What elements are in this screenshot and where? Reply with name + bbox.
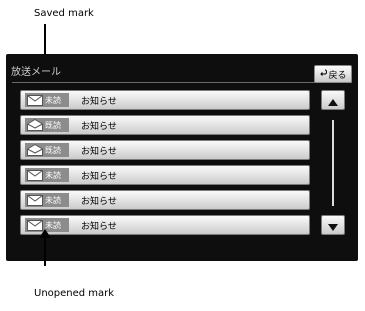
status-label: 未読 xyxy=(45,95,61,105)
scroll-down-button[interactable] xyxy=(321,215,345,235)
mail-subject: お知らせ xyxy=(81,197,117,207)
mail-list-item[interactable]: 未読 お知らせ xyxy=(20,90,310,110)
triangle-down-icon xyxy=(328,216,338,235)
mail-subject: お知らせ xyxy=(81,172,117,182)
mail-list-item[interactable]: 既読 お知らせ xyxy=(20,140,310,160)
envelope-closed-icon xyxy=(25,168,45,182)
back-button[interactable]: 戻る xyxy=(314,65,352,83)
screen-title: 放送メール xyxy=(11,67,61,78)
mail-list: 未読 お知らせ 既読 お知らせ 既読 お知らせ 未読 お知らせ 未読 お知らせ … xyxy=(20,90,310,240)
mail-subject: お知らせ xyxy=(81,97,117,107)
unopened-mark: 未読 xyxy=(25,93,69,107)
unopened-mark: 未読 xyxy=(25,193,69,207)
status-label: 既読 xyxy=(45,145,61,155)
scrollbar-track[interactable] xyxy=(332,120,334,206)
mail-subject: お知らせ xyxy=(81,222,117,232)
mail-list-item[interactable]: 未読 お知らせ xyxy=(20,215,310,235)
mail-list-item[interactable]: 未読 お知らせ xyxy=(20,165,310,185)
envelope-open-icon xyxy=(25,143,45,157)
broadcast-mail-screen: 放送メール 戻る 未読 お知らせ 既読 お知らせ 既読 お知らせ 未読 お知らせ… xyxy=(6,54,358,261)
unopened-mark-callout: Unopened mark xyxy=(34,288,115,299)
scroll-up-button[interactable] xyxy=(321,90,345,110)
mail-subject: お知らせ xyxy=(81,122,117,132)
envelope-open-icon xyxy=(25,118,45,132)
unopened-mark-leader-line xyxy=(44,232,46,266)
status-label: 未読 xyxy=(45,170,61,180)
mail-list-item[interactable]: 既読 お知らせ xyxy=(20,115,310,135)
mail-subject: お知らせ xyxy=(81,147,117,157)
saved-mark: 既読 xyxy=(25,143,69,157)
triangle-up-icon xyxy=(328,91,338,110)
status-label: 既読 xyxy=(45,120,61,130)
back-button-label: 戻る xyxy=(328,70,347,81)
mail-list-item[interactable]: 未読 お知らせ xyxy=(20,190,310,210)
envelope-closed-icon xyxy=(25,193,45,207)
envelope-closed-icon xyxy=(25,93,45,107)
saved-mark: 既読 xyxy=(25,118,69,132)
title-divider xyxy=(12,82,352,83)
return-arrow-icon xyxy=(319,69,328,80)
status-label: 未読 xyxy=(45,195,61,205)
unopened-mark: 未読 xyxy=(25,168,69,182)
saved-mark-callout: Saved mark xyxy=(34,8,94,19)
